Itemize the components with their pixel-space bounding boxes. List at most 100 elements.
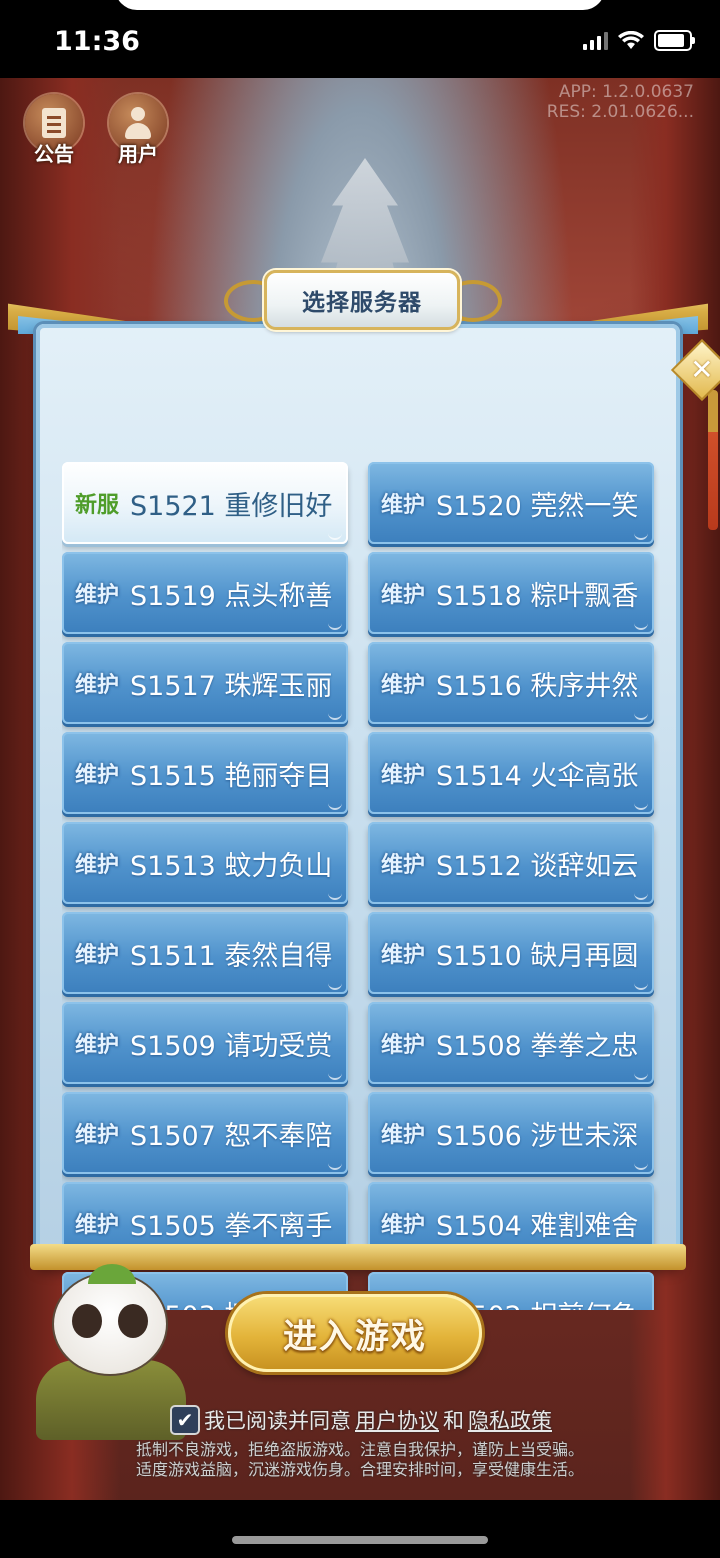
server-status-badge: 维护 <box>380 1033 425 1058</box>
server-name: S1516 秩序井然 <box>436 670 639 702</box>
cloud-ornament-icon <box>328 1160 342 1170</box>
server-status-badge: 维护 <box>74 853 119 878</box>
server-item[interactable]: 新服 S1521 重修旧好 <box>62 462 348 544</box>
top-bezel <box>115 0 605 10</box>
cloud-ornament-icon <box>634 1160 648 1170</box>
cloud-ornament-icon <box>328 620 342 630</box>
agreement-prefix: 我已阅读并同意 <box>204 1409 351 1433</box>
cloud-ornament-icon <box>634 710 648 720</box>
notice-button[interactable]: 公告 <box>22 94 86 168</box>
server-item[interactable]: 维护 S1518 粽叶飘香 <box>368 552 654 634</box>
user-label: 用户 <box>118 142 158 166</box>
server-list-viewport[interactable]: 新服 S1521 重修旧好 维护 S1520 莞然一笑 维护 S1519 点头称善 维护 S1… <box>62 462 662 1310</box>
cloud-ornament-icon <box>328 710 342 720</box>
agreement-and: 和 <box>443 1409 464 1433</box>
cloud-ornament-icon <box>328 800 342 810</box>
server-item[interactable]: 维护 S1508 拳拳之忠 <box>368 1002 654 1084</box>
server-status-badge: 维护 <box>74 673 119 698</box>
server-name: S1509 请功受赏 <box>130 1030 333 1062</box>
cloud-ornament-icon <box>328 980 342 990</box>
enter-game-label: 进入游戏 <box>283 1316 427 1357</box>
server-name: S1518 粽叶飘香 <box>436 580 639 612</box>
server-status-badge: 维护 <box>74 763 119 788</box>
home-indicator[interactable] <box>232 1536 488 1544</box>
dialog-title: 选择服务器 <box>302 290 422 316</box>
server-status-badge: 维护 <box>74 1213 119 1238</box>
server-status-badge: 维护 <box>380 763 425 788</box>
wifi-icon <box>618 30 644 49</box>
server-name: S1508 拳拳之忠 <box>436 1030 639 1062</box>
home-indicator-area <box>0 1500 720 1558</box>
privacy-policy-link[interactable]: 隐私政策 <box>468 1405 552 1435</box>
server-status-badge: 维护 <box>380 1213 425 1238</box>
server-status-badge: 维护 <box>380 583 425 608</box>
server-item[interactable]: 维护 S1519 点头称善 <box>62 552 348 634</box>
cloud-ornament-icon <box>634 890 648 900</box>
app-version: APP: 1.2.0.0637 <box>558 82 694 102</box>
cloud-ornament-icon <box>634 1070 648 1080</box>
server-status-badge: 维护 <box>74 1123 119 1148</box>
panda-mascot <box>36 1264 186 1440</box>
server-name: S1521 重修旧好 <box>130 490 333 522</box>
user-button[interactable]: 用户 <box>106 94 170 168</box>
server-name: S1510 缺月再圆 <box>436 940 639 972</box>
status-bar: 11:36 <box>0 0 720 78</box>
checkmark-icon: ✔ <box>176 1408 194 1432</box>
health-notice: 抵制不良游戏，拒绝盗版游戏。注意自我保护，谨防上当受骗。 适度游戏益脑，沉迷游戏… <box>0 1440 720 1480</box>
server-select-dialog: 选择服务器 ✕ 新服 S1521 重修旧好 维护 S1520 莞然一笑 维护 S1519 … <box>8 270 720 1310</box>
cloud-ornament-icon <box>634 800 648 810</box>
server-item[interactable]: 维护 S1514 火伞高张 <box>368 732 654 814</box>
status-icons <box>583 30 695 51</box>
server-item[interactable]: 维护 S1515 艳丽夺目 <box>62 732 348 814</box>
server-status-badge: 维护 <box>74 1033 119 1058</box>
server-name: S1511 泰然自得 <box>130 940 333 972</box>
agreement-row: ✔ 我已阅读并同意 用户协议和隐私政策 <box>170 1404 552 1436</box>
server-item[interactable]: 维护 S1510 缺月再圆 <box>368 912 654 994</box>
server-name: S1513 蚊力负山 <box>130 850 333 882</box>
cellular-signal-icon <box>583 31 608 50</box>
server-name: S1514 火伞高张 <box>436 760 639 792</box>
notice-label: 公告 <box>34 142 74 166</box>
health-notice-line1: 抵制不良游戏，拒绝盗版游戏。注意自我保护，谨防上当受骗。 <box>135 1440 584 1459</box>
cloud-ornament-icon <box>328 1070 342 1080</box>
version-info: APP: 1.2.0.0637 RES: 2.01.0626... <box>547 82 694 122</box>
user-agreement-link[interactable]: 用户协议 <box>355 1405 439 1435</box>
server-status-badge: 维护 <box>74 583 119 608</box>
server-item[interactable]: 维护 S1512 谈辞如云 <box>368 822 654 904</box>
server-item[interactable]: 维护 S1513 蚊力负山 <box>62 822 348 904</box>
server-item[interactable]: 维护 S1506 涉世未深 <box>368 1092 654 1174</box>
server-item[interactable]: 维护 S1509 请功受赏 <box>62 1002 348 1084</box>
server-name: S1506 涉世未深 <box>436 1120 639 1152</box>
close-icon: ✕ <box>690 353 714 386</box>
server-status-badge: 维护 <box>380 943 425 968</box>
cloud-ornament-icon <box>328 890 342 900</box>
server-name: S1517 珠辉玉丽 <box>130 670 333 702</box>
server-name: S1512 谈辞如云 <box>436 850 639 882</box>
server-item[interactable]: 维护 S1507 恕不奉陪 <box>62 1092 348 1174</box>
tassel-decoration <box>708 390 718 530</box>
res-version: RES: 2.01.0626... <box>546 102 694 122</box>
battery-icon <box>654 30 695 51</box>
server-name: S1519 点头称善 <box>130 580 333 612</box>
server-list: 新服 S1521 重修旧好 维护 S1520 莞然一笑 维护 S1519 点头称善 维护 S1… <box>62 462 654 1310</box>
server-name: S1520 莞然一笑 <box>436 490 639 522</box>
server-name: S1507 恕不奉陪 <box>130 1120 333 1152</box>
server-name: S1504 难割难舍 <box>436 1210 639 1242</box>
cloud-ornament-icon <box>634 530 648 540</box>
server-status-badge: 维护 <box>74 943 119 968</box>
server-item[interactable]: 维护 S1516 秩序井然 <box>368 642 654 724</box>
server-name: S1505 拳不离手 <box>130 1210 333 1242</box>
game-scene: APP: 1.2.0.0637 RES: 2.01.0626... 公告 用户 … <box>0 78 720 1500</box>
cloud-ornament-icon <box>634 620 648 630</box>
server-name: S1515 艳丽夺目 <box>130 760 333 792</box>
server-status-badge: 维护 <box>380 673 425 698</box>
server-item[interactable]: 维护 S1517 珠辉玉丽 <box>62 642 348 724</box>
agreement-checkbox[interactable]: ✔ <box>170 1405 200 1435</box>
server-item[interactable]: 维护 S1511 泰然自得 <box>62 912 348 994</box>
server-item[interactable]: 维护 S1520 莞然一笑 <box>368 462 654 544</box>
server-status-badge: 维护 <box>380 853 425 878</box>
server-status-badge: 维护 <box>380 493 425 518</box>
enter-game-button[interactable]: 进入游戏 <box>228 1294 482 1372</box>
server-status-badge: 新服 <box>74 493 119 518</box>
cloud-ornament-icon <box>634 980 648 990</box>
